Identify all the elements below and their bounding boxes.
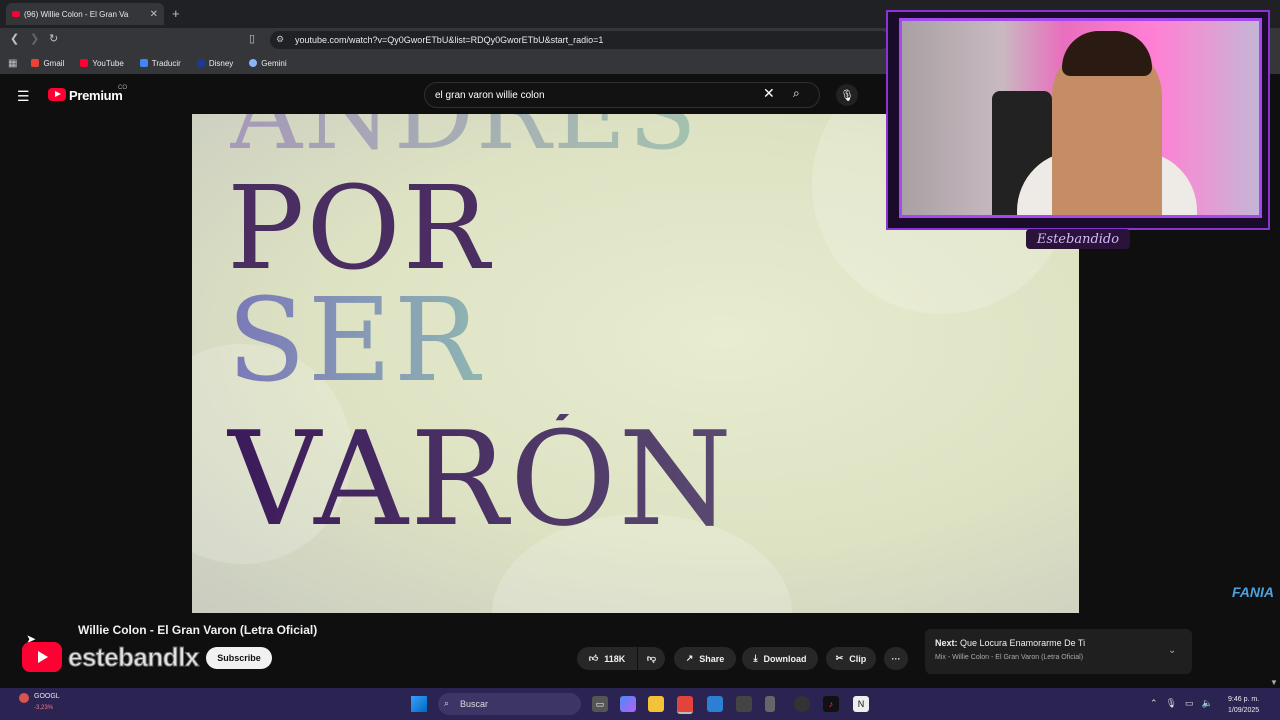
next-up-title: Next: Que Locura Enamorarme De Ti: [935, 638, 1085, 648]
browser-tab[interactable]: (96) Willie Colon - El Gran Va ✕: [6, 3, 164, 25]
lyric-line: SER: [227, 274, 483, 408]
next-label: Next:: [935, 638, 958, 648]
app-icon[interactable]: [736, 696, 752, 712]
clip-label: Clip: [849, 653, 867, 664]
forward-icon[interactable]: ❯: [30, 32, 39, 45]
clear-search-icon[interactable]: ✕: [763, 85, 775, 102]
lyric-line: ANDRÉS: [230, 114, 699, 164]
fania-watermark: FANIA: [1232, 584, 1274, 600]
app-icon[interactable]: [765, 696, 775, 712]
taskbar-search[interactable]: Buscar: [438, 693, 581, 715]
channel-name[interactable]: estebandlx: [68, 642, 200, 673]
site-settings-icon[interactable]: ⚙: [276, 34, 284, 45]
scroll-down-icon[interactable]: ▼: [1270, 678, 1278, 687]
thumbs-up-icon: 👍︎: [588, 653, 599, 663]
lyric-line: VARÓN: [227, 403, 735, 555]
scissors-icon: ✂: [835, 653, 844, 663]
youtube-favicon-icon: [12, 11, 20, 17]
like-button[interactable]: 👍︎ 118K: [577, 647, 637, 670]
next-video-title: Que Locura Enamorarme De Ti: [960, 638, 1086, 648]
gemini-icon: [249, 59, 258, 67]
microphone-icon[interactable]: 🎙: [836, 84, 858, 106]
taskbar-search-placeholder: Buscar: [460, 699, 489, 709]
notion-icon[interactable]: N: [853, 696, 869, 712]
search-value: el gran varon willie colon: [435, 89, 545, 101]
bookmark-label: Disney: [208, 58, 234, 68]
video-title: Willie Colon - El Gran Varon (Letra Ofic…: [78, 623, 318, 637]
like-count: 118K: [604, 653, 626, 664]
clock-date: 1/09/2025: [1228, 707, 1260, 714]
vscode-icon[interactable]: [707, 696, 723, 712]
task-view-icon[interactable]: ▭: [592, 696, 608, 712]
search-icon[interactable]: ⌕: [793, 86, 800, 101]
clip-button[interactable]: ✂ Clip: [826, 647, 876, 670]
stock-ticker[interactable]: GOOGL: [34, 693, 60, 700]
youtube-logo-icon[interactable]: [48, 88, 66, 101]
youtube-icon: [80, 59, 89, 67]
bookmark-label: Traducir: [151, 58, 181, 68]
brand-premium[interactable]: Premium: [69, 88, 123, 103]
country-code: CO: [118, 85, 127, 91]
download-icon: ⤓: [753, 653, 758, 663]
brave-browser-icon[interactable]: [677, 696, 693, 714]
search-input[interactable]: el gran varon willie colon: [424, 82, 820, 108]
translate-icon: [139, 59, 148, 67]
download-label: Download: [763, 653, 807, 664]
bookmark-gmail[interactable]: Gmail: [31, 59, 64, 68]
menu-icon[interactable]: ☰: [17, 88, 30, 105]
bookmark-traducir[interactable]: Traducir: [139, 58, 181, 68]
channel-avatar[interactable]: [22, 642, 62, 672]
obs-icon[interactable]: [794, 696, 810, 712]
bookmark-label: Gemini: [261, 58, 287, 68]
tiktok-icon[interactable]: ♪: [823, 696, 839, 712]
file-explorer-icon[interactable]: [648, 696, 664, 712]
bookmark-label: Gmail: [43, 58, 65, 68]
more-actions-button[interactable]: ···: [884, 647, 908, 670]
address-bar[interactable]: youtube.com/watch?v=Qy0GworETbU&list=RDQ…: [270, 31, 890, 49]
next-up-card[interactable]: [925, 629, 1192, 674]
reload-icon[interactable]: ↻: [49, 32, 58, 45]
windows-taskbar: [0, 688, 1280, 720]
disney-icon: [196, 59, 205, 67]
tab-close-icon[interactable]: ✕: [150, 9, 158, 20]
taskbar-clock[interactable]: 9:46 p. m. 1/09/2025: [1228, 694, 1259, 716]
chevron-down-icon[interactable]: ⌄: [1168, 645, 1176, 656]
stock-widget-icon[interactable]: [19, 693, 29, 703]
share-icon: ↗: [685, 653, 694, 663]
webcam-feed: [899, 18, 1262, 218]
bookmark-disney[interactable]: Disney: [196, 58, 234, 68]
next-up-subtitle: Mix - Willie Colon - El Gran Varon (Letr…: [935, 654, 1084, 661]
download-button[interactable]: ⤓ Download: [742, 647, 818, 670]
new-tab-button[interactable]: +: [172, 6, 180, 21]
share-label: Share: [699, 653, 725, 664]
back-icon[interactable]: ❮: [10, 32, 19, 45]
bookmark-label: YouTube: [92, 58, 124, 68]
windows-start-icon[interactable]: [411, 696, 427, 712]
thumbs-down-icon: 👎︎: [646, 653, 657, 663]
stock-change: -3,23%: [34, 705, 54, 711]
bookmark-gemini[interactable]: Gemini: [249, 58, 287, 68]
subscribe-button[interactable]: Subscribe: [206, 647, 272, 669]
dislike-button[interactable]: 👎︎: [638, 647, 665, 670]
clock-time: 9:46 p. m.: [1228, 696, 1260, 703]
lyric-line: POR: [227, 162, 492, 296]
tab-title: (96) Willie Colon - El Gran Va: [24, 9, 129, 19]
gmail-icon: [31, 59, 40, 67]
copilot-icon[interactable]: [620, 696, 636, 712]
streamer-hair: [1062, 31, 1152, 76]
bookmark-youtube[interactable]: YouTube: [80, 58, 124, 68]
apps-grid-icon[interactable]: ▦: [8, 58, 17, 69]
share-button[interactable]: ↗ Share: [674, 647, 736, 670]
search-icon: ⌕: [444, 698, 450, 708]
system-tray-icons[interactable]: ⌃🎙▭🔈: [1150, 698, 1221, 709]
url-text: youtube.com/watch?v=Qy0GworETbU&list=RDQ…: [295, 35, 604, 45]
streamer-name: Estebandido: [1026, 229, 1130, 249]
bookmark-icon[interactable]: ▯: [249, 32, 255, 45]
